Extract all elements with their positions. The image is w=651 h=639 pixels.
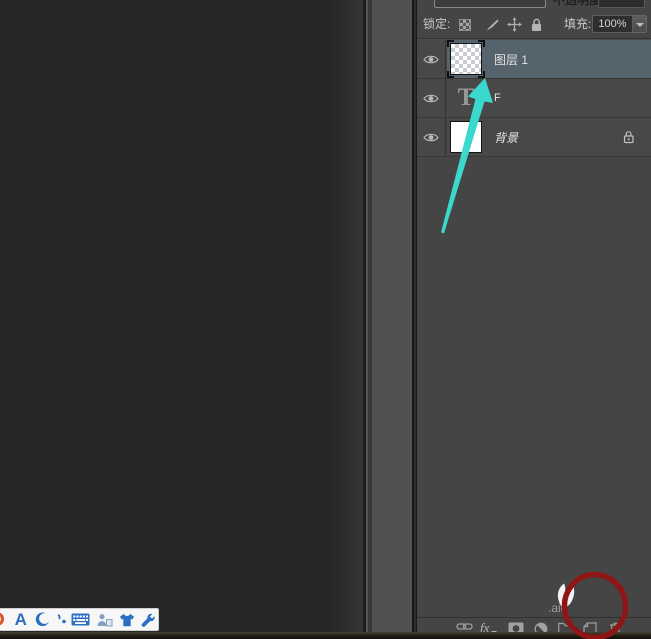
- layer-row-background[interactable]: 背景: [417, 118, 651, 157]
- checkerboard-icon: [459, 19, 471, 31]
- selection-corner: [478, 71, 485, 78]
- lock-label: 锁定:: [423, 10, 450, 38]
- wrench-icon: [141, 613, 155, 627]
- selection-corner: [447, 71, 454, 78]
- move-icon: [507, 17, 522, 32]
- ime-punctuation-toggle[interactable]: [53, 608, 69, 631]
- selection-corner: [478, 40, 485, 47]
- ime-user-button[interactable]: [93, 608, 117, 631]
- workspace-gap-strip: [372, 0, 412, 639]
- ime-toolbox-button[interactable]: [138, 608, 158, 631]
- fill-value-field[interactable]: 100%: [592, 15, 633, 33]
- moon-icon: [35, 612, 50, 627]
- selection-corner: [447, 40, 454, 47]
- document-canvas[interactable]: [0, 0, 363, 639]
- lock-image-pixels-button[interactable]: [483, 17, 499, 32]
- watermark-text: .aid: [548, 601, 567, 615]
- link-icon: [456, 622, 473, 631]
- padlock-icon: [530, 18, 543, 32]
- blend-mode-dropdown[interactable]: [434, 0, 546, 8]
- ime-skin-button[interactable]: [117, 608, 139, 631]
- opacity-value-field[interactable]: [598, 0, 645, 8]
- eye-icon: [423, 54, 439, 65]
- layer-name[interactable]: 背景: [494, 129, 518, 146]
- lock-options-row: 锁定: 填充: 100%: [417, 10, 651, 38]
- brush-icon: [484, 18, 499, 32]
- lock-all-button[interactable]: [528, 17, 544, 32]
- ime-logo-icon[interactable]: [0, 608, 10, 631]
- keyboard-icon: [71, 613, 90, 626]
- visibility-toggle[interactable]: [417, 40, 446, 79]
- lock-position-button[interactable]: [506, 17, 522, 32]
- layer-thumbnail[interactable]: [450, 43, 482, 75]
- ime-toolbar: A: [0, 608, 159, 631]
- text-layer-thumbnail[interactable]: T: [450, 82, 482, 114]
- taskbar-edge-strip: [0, 632, 651, 639]
- tshirt-icon: [119, 613, 135, 627]
- layer-name[interactable]: 图层 1: [494, 51, 528, 68]
- visibility-toggle[interactable]: [417, 118, 446, 157]
- layer-row-text-f[interactable]: T F: [417, 79, 651, 118]
- layers-list-empty-area: [417, 157, 651, 617]
- fill-dropdown-button[interactable]: [633, 15, 647, 33]
- visibility-toggle[interactable]: [417, 79, 446, 118]
- user-icon: [96, 613, 113, 627]
- chevron-down-icon: [636, 23, 644, 27]
- white-thumbnail: [450, 121, 482, 153]
- sogou-logo-icon: [0, 612, 4, 626]
- layer-thumbnail[interactable]: [450, 121, 482, 153]
- ime-width-toggle[interactable]: [32, 608, 54, 631]
- ime-soft-keyboard-button[interactable]: [69, 608, 93, 631]
- layer-name[interactable]: F: [494, 92, 501, 104]
- eye-icon: [423, 132, 439, 143]
- ime-language-toggle[interactable]: A: [10, 608, 32, 631]
- eye-icon: [423, 93, 439, 104]
- punctuation-icon: [56, 613, 67, 626]
- lock-transparent-pixels-button[interactable]: [457, 17, 473, 32]
- background-lock-icon: [622, 130, 635, 149]
- layer-row-layer1[interactable]: 图层 1: [417, 40, 651, 79]
- link-layers-button[interactable]: [456, 622, 473, 631]
- fill-label: 填充:: [564, 10, 591, 38]
- layers-panel: 不透明度 锁定: 填充: 100%: [417, 0, 651, 639]
